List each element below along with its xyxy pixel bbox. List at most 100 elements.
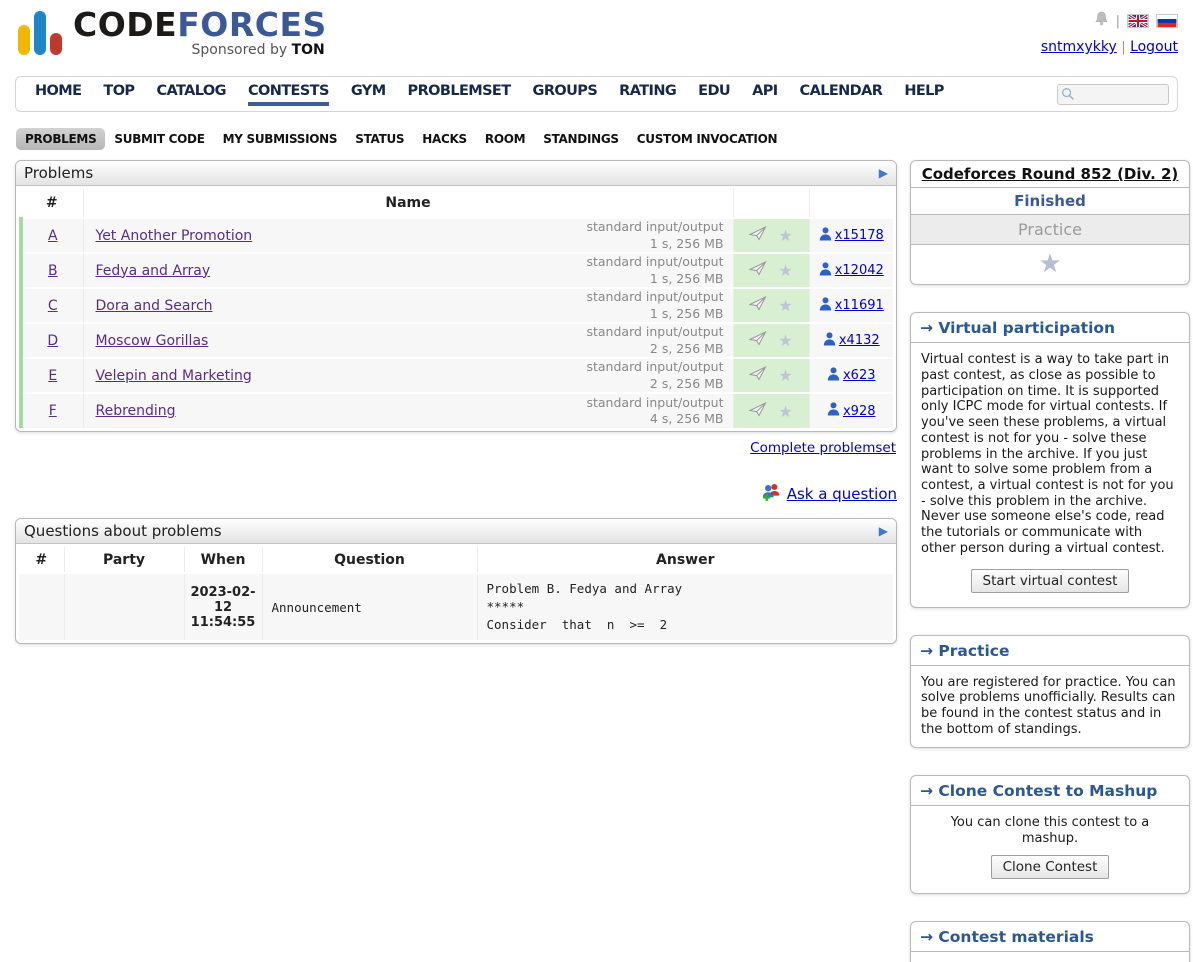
solved-person-icon <box>827 402 840 420</box>
problem-name-link[interactable]: Dora and Search <box>96 298 213 314</box>
col-header-index: # <box>21 189 83 218</box>
problem-letter-link[interactable]: B <box>48 263 58 279</box>
question-row: 2023-02-12 11:54:55 Announcement Problem… <box>19 573 893 640</box>
tab-status[interactable]: STATUS <box>346 128 413 150</box>
nav-item-catalog[interactable]: CATALOG <box>145 83 236 106</box>
nav-item-edu[interactable]: EDU <box>687 83 741 106</box>
header-right: | sntmxykky | Logout <box>1041 8 1178 74</box>
problem-row: B Fedya and Array standard input/output1… <box>21 253 893 288</box>
nav-item-groups[interactable]: GROUPS <box>522 83 609 106</box>
collapse-arrow-icon[interactable]: ▶ <box>879 524 888 538</box>
submit-plane-icon[interactable] <box>749 226 767 245</box>
tab-problems[interactable]: PROBLEMS <box>16 128 105 150</box>
clone-mashup-text: You can clone this contest to a mashup. <box>911 806 1189 848</box>
nav-item-calendar[interactable]: CALENDAR <box>789 83 894 106</box>
english-flag-icon[interactable] <box>1127 14 1149 28</box>
language-row: | <box>1041 12 1178 30</box>
russian-flag-icon[interactable] <box>1156 14 1178 28</box>
solved-person-icon <box>819 262 832 280</box>
ask-question-people-icon <box>761 483 781 505</box>
clone-mashup-box: → Clone Contest to Mashup You can clone … <box>910 775 1190 893</box>
user-separator: | <box>1121 40 1125 55</box>
nav-item-api[interactable]: API <box>741 83 788 106</box>
col-header-solved <box>809 189 893 218</box>
q-col-index: # <box>19 547 64 573</box>
tab-standings[interactable]: STANDINGS <box>534 128 628 150</box>
submit-plane-icon[interactable] <box>749 402 767 421</box>
favorite-star-icon[interactable]: ★ <box>778 402 792 421</box>
nav-item-top[interactable]: TOP <box>92 83 145 106</box>
solved-count-link[interactable]: x12042 <box>835 263 884 278</box>
logout-link[interactable]: Logout <box>1130 39 1178 55</box>
sidebar: Codeforces Round 852 (Div. 2) Finished P… <box>910 160 1190 962</box>
problem-name-link[interactable]: Yet Another Promotion <box>96 228 253 244</box>
nav-item-gym[interactable]: GYM <box>340 83 397 106</box>
contest-title-link[interactable]: Codeforces Round 852 (Div. 2) <box>922 165 1179 183</box>
submit-plane-icon[interactable] <box>749 296 767 315</box>
contest-nav: PROBLEMS SUBMIT CODE MY SUBMISSIONS STAT… <box>16 128 1178 150</box>
user-row: sntmxykky | Logout <box>1041 39 1178 55</box>
practice-text: You are registered for practice. You can… <box>911 666 1189 748</box>
submit-plane-icon[interactable] <box>749 366 767 385</box>
q-col-answer: Answer <box>477 547 893 573</box>
site-header: CODEFORCES Sponsored by TON | sntmxykky … <box>0 0 1193 74</box>
problem-letter-link[interactable]: A <box>48 228 58 244</box>
solved-person-icon <box>819 297 832 315</box>
problem-letter-link[interactable]: F <box>49 403 57 419</box>
user-handle-link[interactable]: sntmxykky <box>1041 39 1117 55</box>
q-when-cell: 2023-02-12 11:54:55 <box>184 573 262 640</box>
favorite-star-icon[interactable]: ★ <box>778 331 792 350</box>
problem-letter-link[interactable]: D <box>47 333 58 349</box>
main-nav: HOME TOP CATALOG CONTESTS GYM PROBLEMSET… <box>15 76 1178 112</box>
nav-item-contests[interactable]: CONTESTS <box>237 83 340 106</box>
codeforces-logo[interactable]: CODEFORCES Sponsored by TON <box>18 8 327 74</box>
contest-materials-box: → Contest materials • Announcement × • T… <box>910 921 1190 962</box>
nav-item-problemset[interactable]: PROBLEMSET <box>397 83 522 106</box>
submit-plane-icon[interactable] <box>749 331 767 350</box>
solved-count-link[interactable]: x4132 <box>839 333 880 348</box>
solved-count-link[interactable]: x623 <box>843 368 876 383</box>
contest-materials-title: → Contest materials <box>911 922 1189 952</box>
favorite-star-icon[interactable]: ★ <box>778 296 792 315</box>
problem-letter-link[interactable]: E <box>48 368 57 384</box>
problem-name-link[interactable]: Velepin and Marketing <box>96 368 252 384</box>
complete-problemset-link[interactable]: Complete problemset <box>750 440 896 456</box>
col-header-actions <box>733 189 809 218</box>
tab-hacks[interactable]: HACKS <box>413 128 476 150</box>
main-column: Problems ▶ # Name A <box>15 160 897 644</box>
collapse-arrow-icon[interactable]: ▶ <box>879 166 888 180</box>
solved-count-link[interactable]: x11691 <box>835 298 884 313</box>
q-index-cell <box>19 573 64 640</box>
nav-item-help[interactable]: HELP <box>893 83 955 106</box>
virtual-participation-text: Virtual contest is a way to take part in… <box>911 343 1189 566</box>
problems-box: Problems ▶ # Name A <box>15 160 897 432</box>
favorite-star-icon[interactable]: ★ <box>778 226 792 245</box>
solved-count-link[interactable]: x15178 <box>835 228 884 243</box>
ask-question-link[interactable]: Ask a question <box>787 485 897 503</box>
tab-submit-code[interactable]: SUBMIT CODE <box>105 128 213 150</box>
tab-custom-invocation[interactable]: CUSTOM INVOCATION <box>628 128 786 150</box>
nav-item-rating[interactable]: RATING <box>608 83 687 106</box>
clone-contest-button[interactable]: Clone Contest <box>991 855 1110 879</box>
favorite-star-icon[interactable]: ★ <box>778 261 792 280</box>
practice-box: → Practice You are registered for practi… <box>910 635 1190 749</box>
favorite-contest-star-icon[interactable]: ★ <box>911 244 1189 284</box>
problem-row: C Dora and Search standard input/output1… <box>21 288 893 323</box>
problem-name-link[interactable]: Moscow Gorillas <box>96 333 209 349</box>
content: Problems ▶ # Name A <box>0 150 1193 962</box>
problem-meta: standard input/output2 s, 256 MB <box>586 324 723 357</box>
problem-row: F Rebrending standard input/output4 s, 2… <box>21 393 893 428</box>
solved-count-link[interactable]: x928 <box>843 404 876 419</box>
nav-item-home[interactable]: HOME <box>24 83 92 106</box>
tab-room[interactable]: ROOM <box>476 128 534 150</box>
problem-name-link[interactable]: Fedya and Array <box>96 263 211 279</box>
problem-name-link[interactable]: Rebrending <box>96 403 176 419</box>
submit-plane-icon[interactable] <box>749 261 767 280</box>
problem-letter-link[interactable]: C <box>48 298 58 314</box>
bell-icon[interactable] <box>1094 11 1109 31</box>
favorite-star-icon[interactable]: ★ <box>778 366 792 385</box>
tab-my-submissions[interactable]: MY SUBMISSIONS <box>214 128 347 150</box>
start-virtual-contest-button[interactable]: Start virtual contest <box>971 569 1130 593</box>
problem-row: E Velepin and Marketing standard input/o… <box>21 358 893 393</box>
search-box <box>1057 84 1169 105</box>
